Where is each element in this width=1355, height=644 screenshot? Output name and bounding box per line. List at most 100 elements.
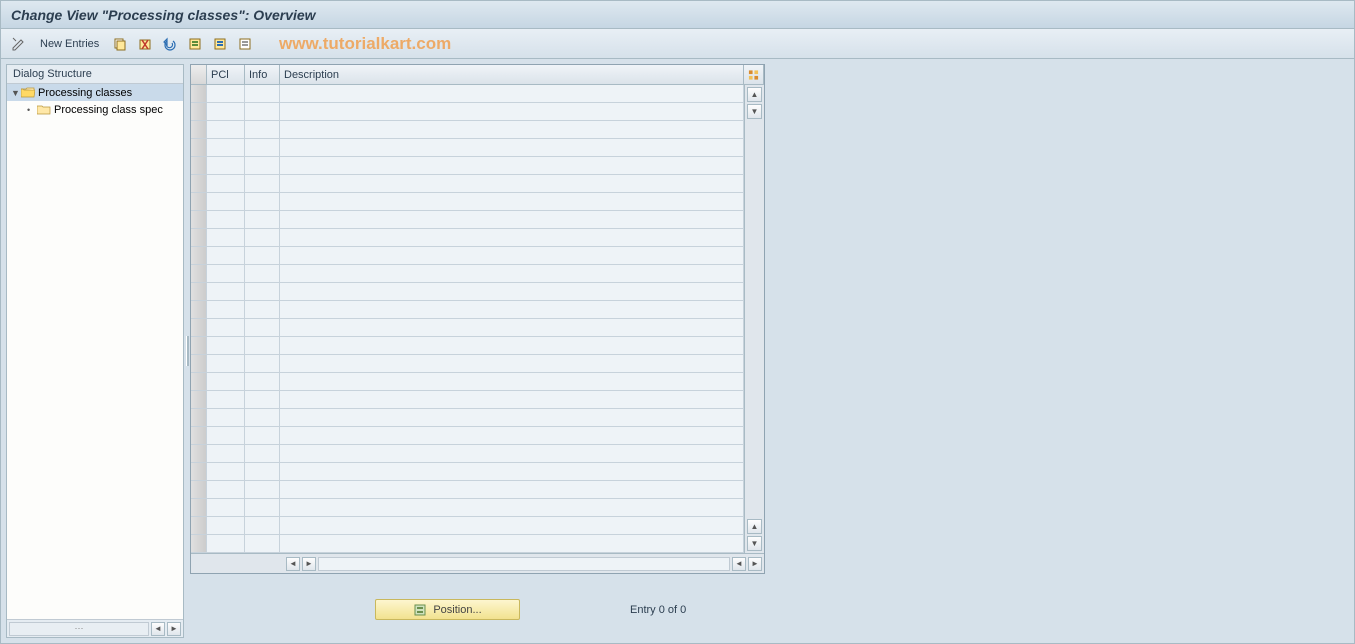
cell-pcl[interactable] [207,103,245,120]
cell-pcl[interactable] [207,463,245,480]
row-selector[interactable] [191,247,207,264]
cell-description[interactable] [280,445,744,462]
new-entries-button[interactable]: New Entries [34,36,105,52]
cell-pcl[interactable] [207,499,245,516]
sidebar-scroll-track[interactable]: ⋯ [9,622,149,636]
cell-pcl[interactable] [207,391,245,408]
cell-description[interactable] [280,391,744,408]
cell-pcl[interactable] [207,481,245,498]
row-selector[interactable] [191,229,207,246]
row-selector[interactable] [191,373,207,390]
cell-description[interactable] [280,517,744,534]
cell-pcl[interactable] [207,121,245,138]
cell-pcl[interactable] [207,535,245,552]
row-selector[interactable] [191,481,207,498]
cell-description[interactable] [280,229,744,246]
row-selector[interactable] [191,301,207,318]
table-row[interactable] [191,139,744,157]
table-row[interactable] [191,517,744,535]
grid-vscroll[interactable]: ▲ ▼ ▲ ▼ [744,85,764,553]
row-selector[interactable] [191,517,207,534]
cell-info[interactable] [245,157,280,174]
row-selector[interactable] [191,265,207,282]
cell-info[interactable] [245,85,280,102]
toggle-edit-icon[interactable] [9,34,29,54]
cell-pcl[interactable] [207,517,245,534]
cell-description[interactable] [280,175,744,192]
grid-select-all-cell[interactable] [191,65,207,84]
cell-info[interactable] [245,373,280,390]
cell-info[interactable] [245,319,280,336]
table-row[interactable] [191,229,744,247]
cell-pcl[interactable] [207,427,245,444]
cell-pcl[interactable] [207,211,245,228]
cell-description[interactable] [280,121,744,138]
cell-info[interactable] [245,445,280,462]
cell-info[interactable] [245,301,280,318]
cell-info[interactable] [245,193,280,210]
cell-pcl[interactable] [207,445,245,462]
row-selector[interactable] [191,103,207,120]
table-row[interactable] [191,463,744,481]
cell-pcl[interactable] [207,229,245,246]
cell-info[interactable] [245,391,280,408]
position-button[interactable]: Position... [375,599,520,620]
row-selector[interactable] [191,175,207,192]
row-selector[interactable] [191,121,207,138]
table-row[interactable] [191,409,744,427]
cell-info[interactable] [245,139,280,156]
row-selector[interactable] [191,499,207,516]
cell-pcl[interactable] [207,409,245,426]
cell-pcl[interactable] [207,157,245,174]
table-row[interactable] [191,157,744,175]
scroll-up-icon[interactable]: ▲ [747,519,762,534]
row-selector[interactable] [191,409,207,426]
row-selector[interactable] [191,319,207,336]
cell-info[interactable] [245,229,280,246]
cell-pcl[interactable] [207,283,245,300]
cell-info[interactable] [245,337,280,354]
cell-description[interactable] [280,139,744,156]
cell-pcl[interactable] [207,301,245,318]
delete-icon[interactable] [135,34,155,54]
row-selector[interactable] [191,283,207,300]
cell-pcl[interactable] [207,193,245,210]
sidebar-hscroll[interactable]: ⋯ ◄ ► [7,619,183,637]
table-row[interactable] [191,445,744,463]
cell-info[interactable] [245,355,280,372]
table-row[interactable] [191,211,744,229]
cell-info[interactable] [245,463,280,480]
cell-description[interactable] [280,409,744,426]
grid-col-pcl[interactable]: PCl [207,65,245,84]
grid-hscroll[interactable]: ◄ ► ◄ ► [191,553,764,573]
cell-info[interactable] [245,409,280,426]
cell-info[interactable] [245,481,280,498]
cell-description[interactable] [280,193,744,210]
row-selector[interactable] [191,211,207,228]
grid-col-description[interactable]: Description [280,65,744,84]
cell-pcl[interactable] [207,85,245,102]
table-row[interactable] [191,283,744,301]
chevron-down-icon[interactable]: ▼ [11,88,21,98]
cell-description[interactable] [280,337,744,354]
deselect-all-icon[interactable] [235,34,255,54]
cell-info[interactable] [245,103,280,120]
cell-pcl[interactable] [207,319,245,336]
cell-description[interactable] [280,319,744,336]
cell-info[interactable] [245,211,280,228]
copy-icon[interactable] [110,34,130,54]
tree-item-processing-classes[interactable]: ▼ Processing classes [7,84,183,101]
table-row[interactable] [191,535,744,553]
row-selector[interactable] [191,139,207,156]
table-row[interactable] [191,301,744,319]
hscroll-track[interactable] [318,557,730,571]
cell-info[interactable] [245,427,280,444]
table-row[interactable] [191,373,744,391]
cell-info[interactable] [245,247,280,264]
table-row[interactable] [191,319,744,337]
cell-description[interactable] [280,463,744,480]
cell-description[interactable] [280,373,744,390]
cell-info[interactable] [245,283,280,300]
row-selector[interactable] [191,445,207,462]
scroll-down-icon[interactable]: ▼ [747,536,762,551]
